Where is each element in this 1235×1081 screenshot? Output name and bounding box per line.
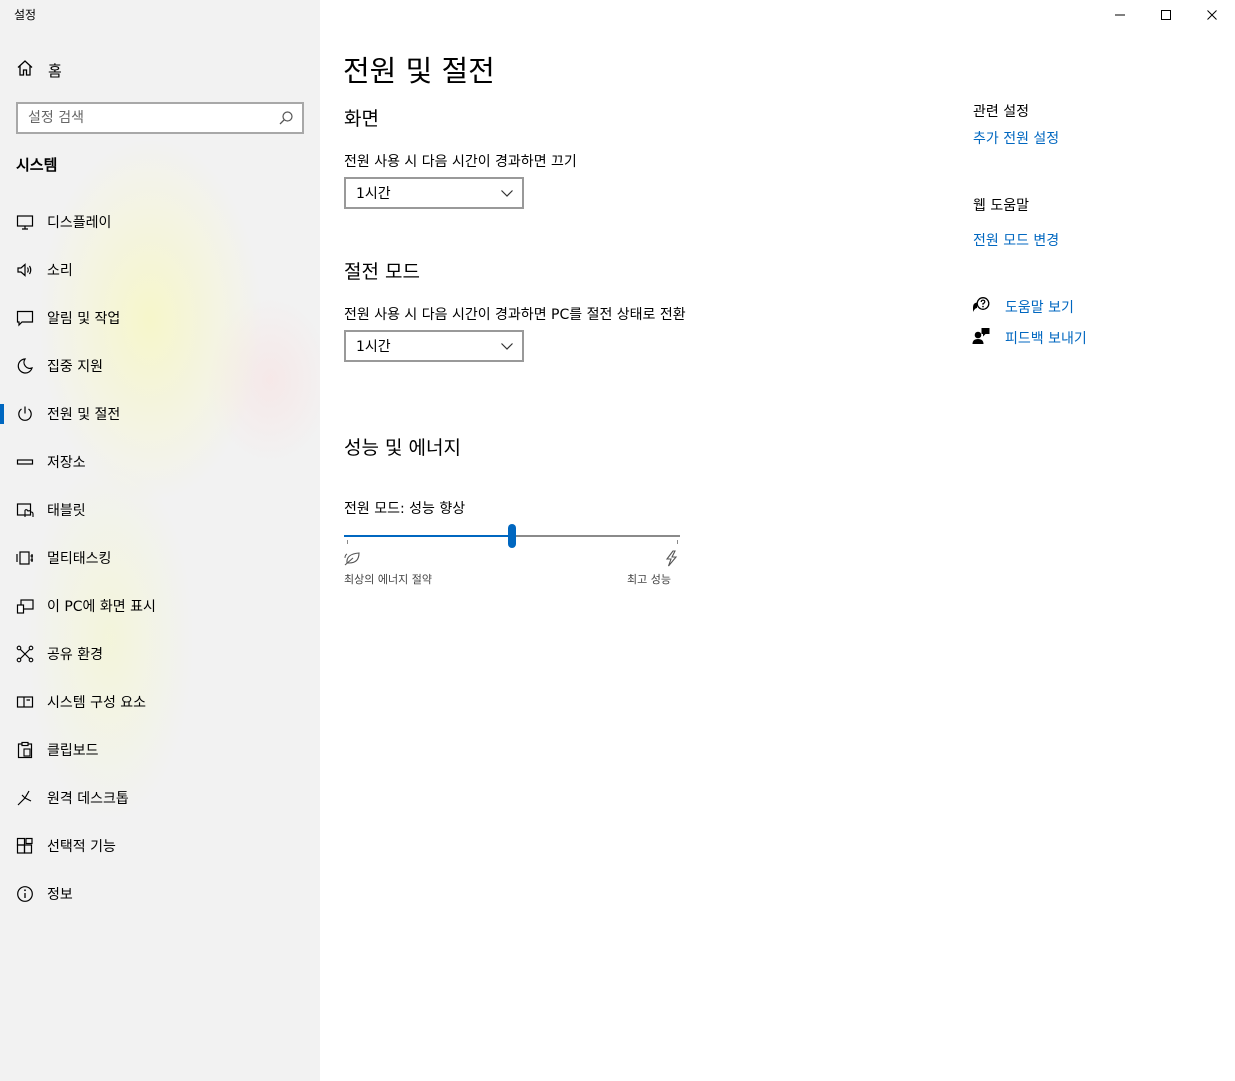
home-icon <box>16 59 34 81</box>
sidebar-item-shared-experiences[interactable]: 공유 환경 <box>0 630 320 678</box>
screen-timeout-value: 1시간 <box>356 186 391 202</box>
sidebar-item-label: 선택적 기능 <box>47 839 116 855</box>
get-help-link[interactable]: 도움말 보기 <box>1005 297 1074 317</box>
sidebar-item-focus-assist[interactable]: 집중 지원 <box>0 342 320 390</box>
sleep-heading: 절전 모드 <box>344 261 420 283</box>
sidebar-item-remote-desktop[interactable]: 원격 데스크톱 <box>0 774 320 822</box>
sleep-timeout-value: 1시간 <box>356 339 391 355</box>
search-input[interactable] <box>28 110 268 126</box>
screen-heading: 화면 <box>344 108 379 130</box>
sidebar-item-clipboard[interactable]: 클립보드 <box>0 726 320 774</box>
sidebar-item-sound[interactable]: 소리 <box>0 246 320 294</box>
sidebar-nav: 디스플레이 소리 알림 및 작업 집중 지원 전원 및 절전 저장소 태블릿 멀… <box>0 198 320 918</box>
clipboard-icon <box>16 741 34 759</box>
screen-timeout-dropdown[interactable]: 1시간 <box>344 177 524 209</box>
sidebar-item-label: 소리 <box>47 263 73 279</box>
sidebar-item-multitasking[interactable]: 멀티태스킹 <box>0 534 320 582</box>
related-settings-heading: 관련 설정 <box>973 104 1029 120</box>
remote-desktop-icon <box>16 789 34 807</box>
sidebar-item-label: 전원 및 절전 <box>47 407 121 423</box>
app-title: 설정 <box>14 8 37 22</box>
change-power-mode-link[interactable]: 전원 모드 변경 <box>973 230 1059 250</box>
sidebar-item-label: 집중 지원 <box>47 359 103 375</box>
components-icon <box>16 693 34 711</box>
chevron-down-icon <box>500 339 514 357</box>
sidebar-item-label: 태블릿 <box>47 503 86 519</box>
multitasking-icon <box>16 549 34 567</box>
sidebar-item-system-components[interactable]: 시스템 구성 요소 <box>0 678 320 726</box>
performance-heading: 성능 및 에너지 <box>344 437 461 459</box>
moon-icon <box>16 357 34 375</box>
sleep-timeout-dropdown[interactable]: 1시간 <box>344 330 524 362</box>
search-box[interactable] <box>16 102 304 134</box>
slider-tick-left <box>347 540 348 544</box>
home-button[interactable]: 홈 <box>16 58 62 82</box>
section-title: 시스템 <box>16 156 58 174</box>
minimize-icon <box>1115 14 1125 16</box>
sidebar-item-label: 멀티태스킹 <box>47 551 112 567</box>
notification-icon <box>16 309 34 327</box>
additional-power-settings-link[interactable]: 추가 전원 설정 <box>973 128 1059 148</box>
sidebar-item-label: 이 PC에 화면 표시 <box>47 599 156 615</box>
slider-tick-right <box>677 540 678 544</box>
feedback-icon <box>972 327 990 349</box>
sidebar-item-label: 시스템 구성 요소 <box>47 695 147 711</box>
sidebar-item-label: 디스플레이 <box>47 215 112 231</box>
sidebar-item-label: 공유 환경 <box>47 647 103 663</box>
sleep-timeout-label: 전원 사용 시 다음 시간이 경과하면 PC를 절전 상태로 전환 <box>344 307 686 323</box>
lightning-icon <box>664 550 678 571</box>
speaker-icon <box>16 261 34 279</box>
page-title: 전원 및 절전 <box>343 54 495 88</box>
close-icon <box>1207 10 1217 20</box>
sidebar-item-label: 저장소 <box>47 455 86 471</box>
maximize-button[interactable] <box>1143 0 1189 30</box>
project-icon <box>16 597 34 615</box>
leaf-icon <box>344 551 361 570</box>
tablet-icon <box>16 501 34 519</box>
sidebar-item-storage[interactable]: 저장소 <box>0 438 320 486</box>
sidebar-item-display[interactable]: 디스플레이 <box>0 198 320 246</box>
sidebar-item-label: 정보 <box>47 887 73 903</box>
sidebar-item-notifications[interactable]: 알림 및 작업 <box>0 294 320 342</box>
minimize-button[interactable] <box>1097 0 1143 30</box>
help-chat-icon <box>972 296 990 318</box>
slider-fill <box>344 535 512 537</box>
sidebar-item-label: 알림 및 작업 <box>47 311 121 327</box>
maximize-icon <box>1161 10 1171 20</box>
info-icon <box>16 885 34 903</box>
sidebar: 설정 홈 시스템 디스플레이 소리 알림 및 작업 집중 지원 <box>0 0 320 1081</box>
web-help-heading: 웹 도움말 <box>973 198 1029 214</box>
window-controls <box>1097 0 1235 30</box>
best-performance-caption: 최고 성능 <box>627 573 671 586</box>
screen-timeout-label: 전원 사용 시 다음 시간이 경과하면 끄기 <box>344 154 577 170</box>
chevron-down-icon <box>500 186 514 204</box>
send-feedback-link[interactable]: 피드백 보내기 <box>1005 328 1087 348</box>
sidebar-item-optional-features[interactable]: 선택적 기능 <box>0 822 320 870</box>
storage-icon <box>16 453 34 471</box>
home-label: 홈 <box>48 61 62 80</box>
sidebar-item-label: 클립보드 <box>47 743 99 759</box>
display-icon <box>16 213 34 231</box>
optional-features-icon <box>16 837 34 855</box>
power-mode-slider[interactable] <box>344 524 680 548</box>
sidebar-item-about[interactable]: 정보 <box>0 870 320 918</box>
close-button[interactable] <box>1189 0 1235 30</box>
sidebar-item-label: 원격 데스크톱 <box>47 791 129 807</box>
power-mode-label: 전원 모드: 성능 향상 <box>344 501 466 517</box>
search-icon[interactable] <box>278 110 294 130</box>
best-battery-caption: 최상의 에너지 절약 <box>344 573 432 586</box>
slider-thumb[interactable] <box>508 524 516 548</box>
share-icon <box>16 645 34 663</box>
sidebar-item-project-to-pc[interactable]: 이 PC에 화면 표시 <box>0 582 320 630</box>
sidebar-item-power-sleep[interactable]: 전원 및 절전 <box>0 390 320 438</box>
power-icon <box>16 405 34 423</box>
sidebar-item-tablet[interactable]: 태블릿 <box>0 486 320 534</box>
